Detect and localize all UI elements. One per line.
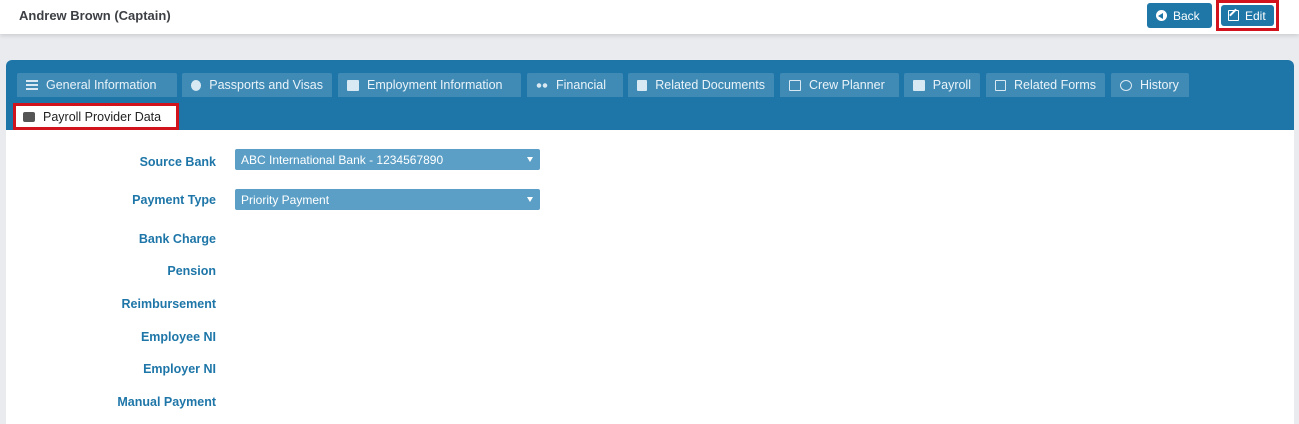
tab-payroll[interactable]: Payroll (904, 73, 980, 97)
form-icon (995, 79, 1007, 91)
tab-payroll-provider-data[interactable]: Payroll Provider Data (16, 106, 176, 127)
source-bank-label: Source Bank (139, 155, 216, 169)
edit-label: Edit (1245, 8, 1266, 23)
employee-ni-label: Employee NI (140, 330, 216, 344)
back-label: Back (1173, 8, 1200, 23)
payment-type-label: Payment Type (132, 193, 216, 207)
reimbursement-label: Reimbursement (121, 297, 216, 311)
tab-crew-planner[interactable]: Crew Planner (780, 73, 899, 97)
money-icon (536, 79, 548, 91)
source-bank-select[interactable]: ABC International Bank - 1234567890 (235, 149, 540, 170)
document-icon (637, 79, 648, 91)
tab-general-information[interactable]: General Information (17, 73, 177, 97)
edit-button[interactable]: Edit (1221, 5, 1274, 26)
tab-passports-and-visas[interactable]: Passports and Visas (182, 73, 332, 97)
list-icon (26, 79, 38, 91)
document-icon (347, 79, 359, 91)
payroll-icon (913, 79, 925, 91)
manual-payment-label: Manual Payment (117, 395, 216, 409)
crew-detail-panel: General Information Passports and Visas … (6, 60, 1294, 424)
payroll-provider-icon (23, 111, 35, 122)
tab-employment-information[interactable]: Employment Information (338, 73, 521, 97)
back-button[interactable]: Back (1147, 3, 1212, 28)
pension-label: Pension (167, 264, 216, 278)
tab-history[interactable]: History (1111, 73, 1189, 97)
bank-charge-label: Bank Charge (138, 232, 216, 246)
edit-button-highlight: Edit (1216, 0, 1279, 31)
tab-related-forms[interactable]: Related Forms (986, 73, 1105, 97)
page-title: Andrew Brown (Captain) (19, 8, 171, 23)
edit-icon (1228, 10, 1239, 21)
tab-bar: General Information Passports and Visas … (6, 60, 1294, 130)
chevron-down-icon (527, 197, 533, 202)
chevron-down-icon (527, 157, 533, 162)
calendar-icon (789, 79, 801, 91)
tab-related-documents[interactable]: Related Documents (628, 73, 774, 97)
clock-icon (1120, 79, 1132, 91)
back-arrow-icon (1156, 10, 1167, 21)
top-bar: Andrew Brown (Captain) Back Edit (0, 0, 1299, 34)
employer-ni-label: Employer NI (143, 362, 216, 376)
passport-icon (191, 79, 202, 91)
active-tab-highlight: Payroll Provider Data (13, 103, 179, 130)
tab-financial[interactable]: Financial (527, 73, 623, 97)
payment-type-select[interactable]: Priority Payment (235, 189, 540, 210)
